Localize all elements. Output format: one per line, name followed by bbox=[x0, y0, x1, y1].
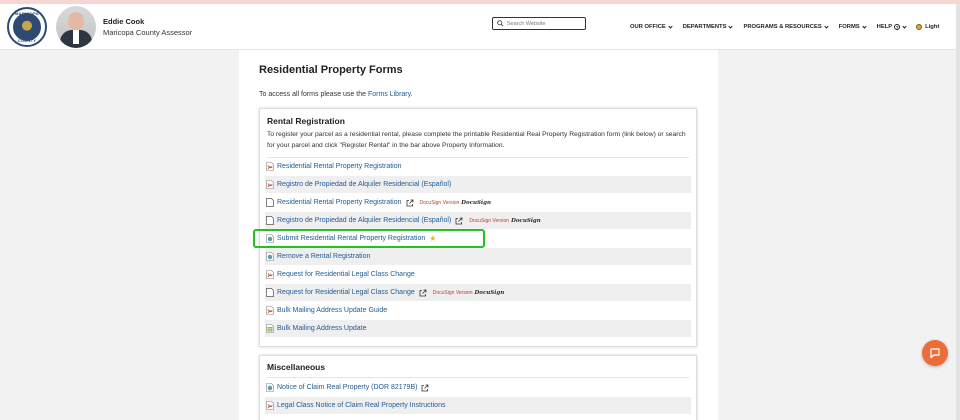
nav-forms[interactable]: FORMS bbox=[839, 23, 867, 30]
county-seal-logo[interactable]: MARICOPA COUNTY bbox=[7, 7, 47, 47]
nav-help[interactable]: HELP? bbox=[877, 23, 907, 30]
divider bbox=[267, 377, 689, 378]
chevron-down-icon bbox=[862, 23, 867, 29]
highlight-box bbox=[253, 229, 485, 248]
scrollbar[interactable] bbox=[956, 4, 960, 420]
pdf-icon bbox=[266, 180, 274, 189]
list-item[interactable]: Request for Residential Legal Class Chan… bbox=[265, 266, 691, 283]
seal-text-bottom: COUNTY bbox=[17, 38, 37, 43]
form-link[interactable]: Request for Residential Legal Class Chan… bbox=[277, 289, 415, 296]
form-link[interactable]: Registro de Propiedad de Alquiler Reside… bbox=[277, 217, 451, 224]
assessor-office: Maricopa County Assessor bbox=[103, 28, 193, 37]
docusign-logo: DocuSign bbox=[461, 199, 491, 206]
nav-programs-resources[interactable]: PROGRAMS & RESOURCES bbox=[743, 23, 829, 30]
main-nav: OUR OFFICE DEPARTMENTS PROGRAMS & RESOUR… bbox=[630, 23, 939, 30]
miscellaneous-card: Miscellaneous Notice of Claim Real Prope… bbox=[259, 355, 697, 420]
list-item[interactable]: Bulk Mailing Address Update bbox=[265, 320, 691, 337]
chevron-down-icon bbox=[728, 23, 734, 29]
form-link[interactable]: Remove a Rental Registration bbox=[277, 253, 370, 260]
docusign-label: DocuSign Version bbox=[432, 289, 473, 296]
form-link[interactable]: Bulk Mailing Address Update bbox=[277, 325, 367, 332]
site-header: MARICOPA COUNTY Eddie Cook Maricopa Coun… bbox=[0, 4, 960, 50]
form-link[interactable]: Notice of Claim Real Property (DOR 82179… bbox=[277, 384, 417, 391]
form-link[interactable]: Legal Class Notice of Claim Real Propert… bbox=[277, 402, 445, 409]
card-description: To register your parcel as a residential… bbox=[267, 131, 686, 149]
assessor-portrait bbox=[56, 6, 96, 48]
chat-icon bbox=[930, 348, 940, 359]
external-link-icon[interactable] bbox=[419, 289, 427, 297]
document-icon bbox=[266, 216, 274, 225]
pdf-icon bbox=[266, 270, 274, 279]
theme-toggle[interactable]: Light bbox=[916, 24, 939, 30]
list-item[interactable]: Legal Class Notice of Claim Real Propert… bbox=[265, 397, 691, 414]
form-link[interactable]: Bulk Mailing Address Update Guide bbox=[277, 307, 387, 314]
external-link-icon[interactable] bbox=[421, 384, 429, 392]
intro-text: To access all forms please use the Forms… bbox=[259, 91, 413, 98]
forms-library-link[interactable]: Forms Library bbox=[368, 91, 411, 98]
docusign-label: DocuSign Version bbox=[469, 217, 510, 224]
docusign-logo: DocuSign bbox=[474, 289, 505, 296]
form-link[interactable]: Registro de Propiedad de Alquiler Reside… bbox=[277, 181, 451, 188]
chevron-down-icon bbox=[824, 23, 829, 29]
page-title: Residential Property Forms bbox=[259, 64, 403, 76]
assessor-name: Eddie Cook bbox=[103, 17, 145, 26]
form-link[interactable]: Request for Residential Legal Class Chan… bbox=[277, 271, 415, 278]
list-item[interactable]: Residential Rental Property Registration… bbox=[265, 194, 691, 211]
list-item[interactable]: Notice of Claim Real Property (DOR 82179… bbox=[265, 379, 691, 396]
card-title: Miscellaneous bbox=[267, 362, 326, 372]
external-link-icon[interactable] bbox=[406, 199, 414, 207]
sun-icon bbox=[916, 24, 923, 30]
search-icon bbox=[497, 20, 504, 27]
list-item[interactable]: Registro de Propiedad de Alquiler Reside… bbox=[265, 176, 691, 193]
question-icon: ? bbox=[894, 24, 901, 30]
document-icon bbox=[266, 198, 274, 207]
search-input[interactable] bbox=[506, 20, 585, 27]
spreadsheet-icon bbox=[266, 324, 274, 333]
form-link[interactable]: Residential Rental Property Registration bbox=[277, 163, 402, 170]
pdf-icon bbox=[266, 401, 274, 410]
seal-text-top: MARICOPA bbox=[15, 11, 39, 16]
docusign-label: DocuSign Version bbox=[419, 199, 460, 206]
list-item[interactable]: Remove a Rental Registration bbox=[265, 248, 691, 265]
document-icon bbox=[266, 288, 274, 297]
seal-emblem bbox=[13, 13, 41, 41]
list-item[interactable]: Residential Rental Property Registration bbox=[265, 158, 691, 175]
search-box[interactable] bbox=[492, 17, 586, 30]
chevron-down-icon bbox=[668, 23, 673, 29]
chat-button[interactable] bbox=[922, 340, 948, 366]
nav-our-office[interactable]: OUR OFFICE bbox=[630, 23, 673, 30]
card-title: Rental Registration bbox=[267, 116, 345, 126]
list-item[interactable]: Request for Residential Legal Class Chan… bbox=[265, 284, 691, 301]
online-form-icon bbox=[266, 252, 274, 261]
chevron-down-icon bbox=[902, 23, 907, 29]
pdf-icon bbox=[266, 306, 274, 315]
list-item[interactable]: Bulk Mailing Address Update Guide bbox=[265, 302, 691, 319]
rental-registration-card: Rental Registration To register your par… bbox=[259, 108, 697, 347]
pdf-icon bbox=[266, 162, 274, 171]
nav-departments[interactable]: DEPARTMENTS bbox=[683, 23, 734, 30]
external-link-icon[interactable] bbox=[455, 217, 463, 225]
list-item[interactable]: Registro de Propiedad de Alquiler Reside… bbox=[265, 212, 691, 229]
form-link[interactable]: Residential Rental Property Registration bbox=[277, 199, 402, 206]
online-form-icon bbox=[266, 383, 274, 392]
docusign-logo: DocuSign bbox=[511, 217, 541, 224]
